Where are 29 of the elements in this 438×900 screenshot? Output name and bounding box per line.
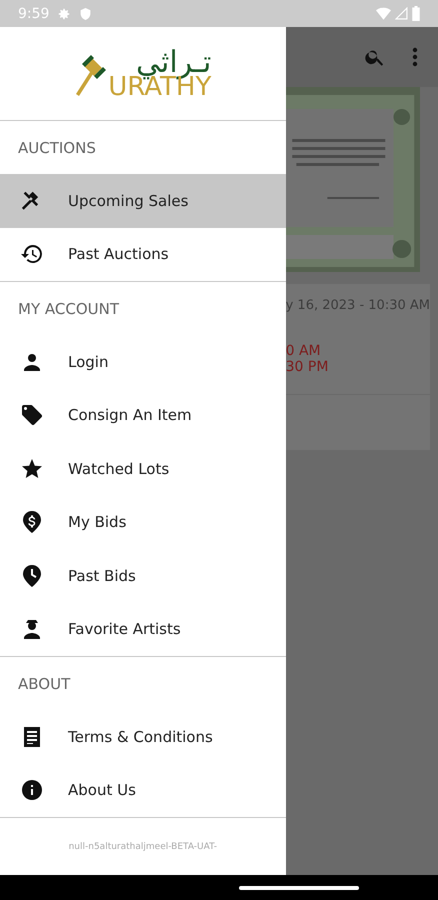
menu-item[interactable]: My Bids	[0, 496, 286, 549]
menu-item[interactable]: Past Auctions	[0, 228, 286, 281]
menu-item[interactable]: About Us	[0, 764, 286, 817]
version-text: null-n5alturathaljmeel-BETA-UAT-	[68, 842, 217, 852]
end-time-text: 30 PM	[286, 359, 330, 375]
menu-item[interactable]: Terms & Conditions	[0, 710, 286, 764]
tag-icon	[20, 403, 44, 428]
logo-arabic-text: تـراثي	[136, 48, 212, 78]
signal-icon	[395, 7, 408, 20]
home-indicator[interactable]	[239, 886, 359, 890]
section-header: MY ACCOUNT	[18, 300, 119, 318]
menu-item[interactable]: Consign An Item	[0, 388, 286, 442]
menu-item[interactable]: Favorite Artists	[0, 602, 286, 656]
menu-item[interactable]: Upcoming Sales	[0, 174, 286, 228]
clock-pin-icon	[20, 564, 44, 588]
date-text: y 16, 2023 - 10:30 AM	[286, 298, 430, 313]
gear-icon	[57, 6, 72, 20]
menu-item[interactable]: Watched Lots	[0, 442, 286, 496]
menu-item[interactable]: Past Bids	[0, 549, 286, 602]
start-time-text: 0 AM	[286, 343, 322, 359]
more-icon[interactable]	[412, 47, 418, 67]
wifi-icon	[376, 7, 391, 20]
shield-icon	[79, 6, 92, 20]
section-header: ABOUT	[18, 674, 70, 692]
battery-icon	[412, 6, 420, 21]
info-icon	[20, 778, 44, 802]
menu-item[interactable]: Login	[0, 335, 286, 388]
section-header: AUCTIONS	[18, 138, 96, 156]
dollar-pin-icon	[20, 510, 44, 534]
